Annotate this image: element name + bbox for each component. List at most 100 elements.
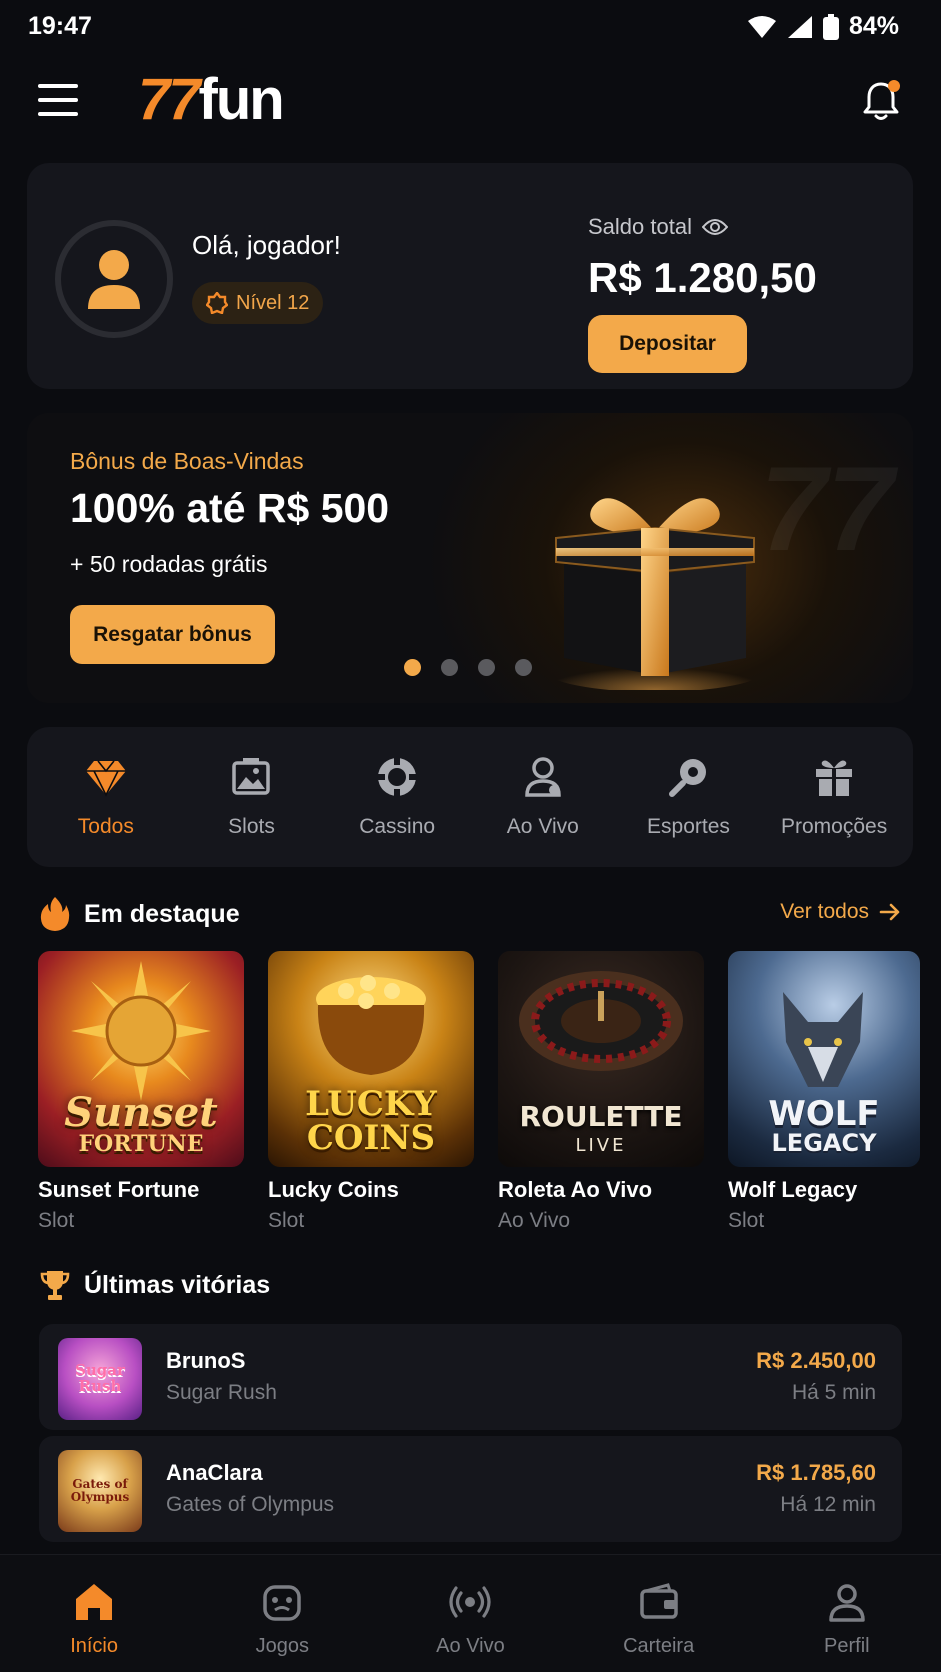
recent-wins-title: Últimas vitórias bbox=[84, 1270, 271, 1299]
menu-icon-bar bbox=[38, 98, 78, 102]
wifi-icon bbox=[747, 15, 776, 38]
nav-label: Jogos bbox=[255, 1635, 309, 1657]
category-esportes[interactable]: Esportes bbox=[618, 755, 758, 839]
win-game-thumbnail: Gates of Olympus bbox=[58, 1450, 142, 1532]
chip-icon bbox=[377, 757, 418, 797]
win-item[interactable]: Gates of Olympus AnaClara Gates of Olymp… bbox=[39, 1436, 902, 1542]
category-slots[interactable]: Slots bbox=[181, 755, 321, 839]
category-cassino[interactable]: Cassino bbox=[327, 755, 467, 839]
status-time: 19:47 bbox=[28, 12, 92, 40]
banner-watermark: 77 bbox=[760, 442, 894, 576]
game-type: Slot bbox=[38, 1209, 75, 1232]
carousel-indicators bbox=[404, 659, 532, 676]
arrow-right-icon bbox=[879, 903, 900, 921]
category-label: Todos bbox=[77, 815, 134, 838]
game-art-title: LUCKY COINS bbox=[305, 1084, 437, 1158]
banner-description: + 50 rodadas grátis bbox=[70, 551, 268, 577]
game-card-lucky-coins[interactable]: LUCKY COINS Lucky Coins Slot bbox=[268, 951, 474, 1233]
category-label: Slots bbox=[228, 815, 275, 838]
balance-label: Saldo total bbox=[588, 214, 692, 239]
game-thumbnail: Sunset FORTUNE bbox=[38, 951, 244, 1167]
carousel-dot[interactable] bbox=[441, 659, 458, 676]
logo-text: fun bbox=[198, 67, 285, 132]
level-badge: Nível 12 bbox=[192, 282, 324, 324]
nav-label: Início bbox=[70, 1635, 118, 1657]
user-icon bbox=[88, 250, 140, 309]
win-game-name: Sugar Rush bbox=[166, 1381, 277, 1404]
game-name: Lucky Coins bbox=[268, 1177, 399, 1202]
game-art-title: WOLF LEGACY bbox=[768, 1094, 880, 1157]
win-amount: R$ 1.785,60 bbox=[756, 1460, 876, 1485]
featured-section-header: Em destaque bbox=[40, 896, 240, 932]
trophy-icon bbox=[40, 1271, 70, 1300]
app-logo[interactable]: 77 fun bbox=[138, 66, 285, 133]
win-item[interactable]: Sugar Rush BrunoS Sugar Rush R$ 2.450,00… bbox=[39, 1324, 902, 1430]
deposit-button[interactable]: Depositar bbox=[588, 315, 747, 373]
coin-pot-art bbox=[316, 975, 426, 1075]
nav-carteira[interactable]: Carteira bbox=[584, 1581, 734, 1658]
game-card-sunset-fortune[interactable]: Sunset FORTUNE Sunset Fortune Slot bbox=[38, 951, 244, 1233]
bell-icon bbox=[863, 80, 900, 120]
category-todos[interactable]: Todos bbox=[36, 755, 176, 839]
nav-label: Perfil bbox=[824, 1635, 870, 1657]
win-time: Há 12 min bbox=[780, 1493, 876, 1516]
notifications-button[interactable] bbox=[861, 78, 901, 122]
category-label: Promoções bbox=[781, 815, 888, 838]
win-time: Há 5 min bbox=[791, 1381, 876, 1404]
nav-inicio[interactable]: Início bbox=[19, 1581, 169, 1658]
games-icon bbox=[263, 1585, 302, 1621]
carousel-dot[interactable] bbox=[404, 659, 421, 676]
sports-icon bbox=[669, 759, 707, 797]
game-art-title: ROULETTE LIVE bbox=[519, 1100, 683, 1156]
greeting: Olá, jogador! bbox=[192, 230, 341, 260]
avatar[interactable] bbox=[55, 220, 173, 338]
game-name: Roleta Ao Vivo bbox=[498, 1177, 653, 1202]
see-all-link[interactable]: Ver todos bbox=[780, 900, 901, 924]
game-type: Slot bbox=[268, 1209, 305, 1232]
status-indicators: 84% bbox=[747, 12, 899, 41]
menu-button[interactable] bbox=[38, 84, 78, 116]
nav-ao-vivo[interactable]: Ao Vivo bbox=[395, 1581, 545, 1658]
category-label: Ao Vivo bbox=[506, 815, 579, 838]
balance-label-row: Saldo total bbox=[588, 214, 728, 240]
category-promocoes[interactable]: Promoções bbox=[764, 755, 904, 839]
carousel-dot[interactable] bbox=[515, 659, 532, 676]
game-thumbnail: LUCKY COINS bbox=[268, 951, 474, 1167]
nav-perfil[interactable]: Perfil bbox=[772, 1581, 922, 1658]
live-dealer-icon bbox=[525, 757, 561, 797]
game-type: Ao Vivo bbox=[498, 1209, 570, 1232]
cell-signal-icon bbox=[787, 15, 812, 38]
menu-icon-bar bbox=[38, 112, 78, 116]
game-thumbnail: ROULETTE LIVE bbox=[498, 951, 704, 1167]
wolf-head-art bbox=[783, 992, 863, 1087]
game-name: Sunset Fortune bbox=[38, 1177, 200, 1202]
category-label: Esportes bbox=[647, 815, 730, 838]
home-icon bbox=[76, 1584, 113, 1620]
featured-title: Em destaque bbox=[84, 899, 240, 928]
wallet-icon bbox=[639, 1583, 678, 1619]
roulette-wheel-art bbox=[519, 971, 683, 1071]
banner-subtitle: Bônus de Boas-Vindas bbox=[70, 448, 304, 474]
game-card-roleta-ao-vivo[interactable]: ROULETTE LIVE Roleta Ao Vivo Ao Vivo bbox=[498, 951, 704, 1233]
eye-icon[interactable] bbox=[701, 218, 728, 236]
nav-label: Carteira bbox=[623, 1635, 695, 1657]
claim-bonus-button[interactable]: Resgatar bônus bbox=[70, 605, 275, 664]
logo-number: 77 bbox=[138, 67, 200, 132]
win-amount: R$ 2.450,00 bbox=[756, 1348, 876, 1373]
game-name: Wolf Legacy bbox=[728, 1177, 858, 1202]
game-thumbnail: WOLF LEGACY bbox=[728, 951, 920, 1167]
game-card-wolf-legacy[interactable]: WOLF LEGACY Wolf Legacy Slot bbox=[728, 951, 920, 1233]
level-label: Nível 12 bbox=[236, 291, 310, 314]
battery-percent: 84% bbox=[848, 12, 899, 40]
recent-wins-header: Últimas vitórias bbox=[40, 1269, 270, 1301]
level-badge-icon bbox=[206, 292, 228, 314]
banner-title: 100% até R$ 500 bbox=[70, 485, 390, 531]
win-username: AnaClara bbox=[166, 1460, 263, 1485]
see-all-label: Ver todos bbox=[780, 900, 869, 923]
image-icon bbox=[232, 758, 271, 795]
category-ao-vivo[interactable]: Ao Vivo bbox=[473, 755, 613, 839]
nav-jogos[interactable]: Jogos bbox=[207, 1581, 357, 1658]
win-game-name: Gates of Olympus bbox=[166, 1493, 335, 1516]
carousel-dot[interactable] bbox=[478, 659, 495, 676]
nav-label: Ao Vivo bbox=[436, 1635, 505, 1657]
